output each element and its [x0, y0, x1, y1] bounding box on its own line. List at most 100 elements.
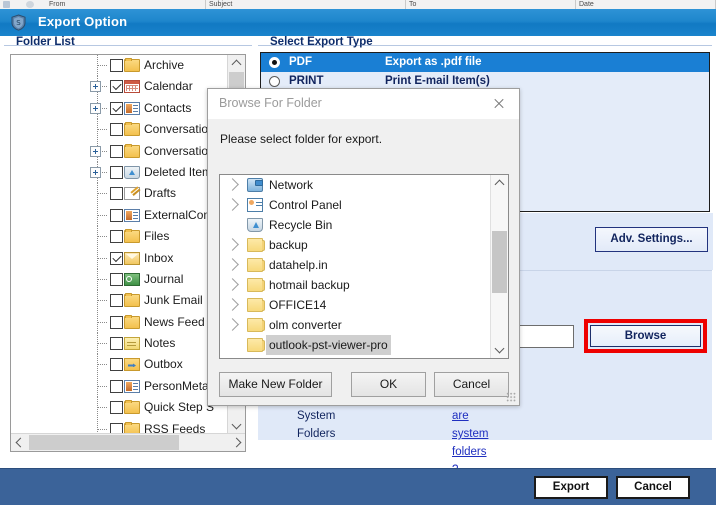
chevron-right-icon[interactable]	[226, 178, 239, 191]
folder-checkbox[interactable]	[110, 337, 123, 351]
tree-elbow-line	[98, 65, 107, 66]
folder-checkbox[interactable]	[110, 379, 123, 393]
browse-button[interactable]: Browse	[590, 325, 701, 347]
folder-checkbox[interactable]	[110, 101, 123, 115]
browse-tree-item[interactable]: Recycle Bin	[220, 215, 508, 235]
browse-tree-vertical-scrollbar[interactable]	[490, 175, 508, 358]
folder-item-label: Outbox	[144, 357, 183, 372]
browse-item-label: OFFICE14	[269, 298, 327, 312]
folder-tree-item[interactable]: Archive	[11, 55, 245, 77]
folder-item-label: Quick Step S	[144, 400, 215, 415]
expand-plus-icon[interactable]	[90, 166, 101, 178]
browse-tree-item[interactable]: olm converter	[220, 315, 508, 335]
folder-checkbox[interactable]	[110, 251, 123, 265]
cancel-button[interactable]: Cancel	[616, 476, 690, 499]
background-column-from: From	[46, 0, 206, 9]
browse-item-label: Recycle Bin	[269, 218, 333, 232]
browse-scroll-down-icon[interactable]	[491, 341, 508, 358]
folder-item-label: Notes	[144, 336, 176, 351]
folder-checkbox[interactable]	[110, 358, 123, 372]
browse-tree-item[interactable]: OFFICE14	[220, 295, 508, 315]
browse-ok-button[interactable]: OK	[351, 372, 426, 397]
browse-tree-item[interactable]: datahelp.in	[220, 255, 508, 275]
scroll-up-icon[interactable]	[228, 55, 245, 72]
folder-item-label: Conversatio	[144, 122, 209, 137]
browse-tree-item[interactable]: outlook-pst-viewer-pro	[220, 335, 508, 355]
envelope-icon	[124, 251, 140, 265]
browse-tree-item[interactable]: backup	[220, 235, 508, 255]
folder-icon	[124, 314, 140, 329]
export-button[interactable]: Export	[534, 476, 608, 499]
folder-icon	[124, 400, 140, 415]
scroll-right-icon[interactable]	[228, 434, 245, 451]
tree-elbow-line	[98, 193, 107, 195]
scroll-left-icon[interactable]	[11, 434, 28, 451]
browse-tree-item[interactable]: Control Panel	[220, 195, 508, 215]
contact-card-icon	[124, 379, 140, 393]
folder-icon	[247, 278, 265, 292]
folder-checkbox[interactable]	[110, 144, 123, 158]
tree-elbow-line	[98, 129, 107, 131]
folder-icon	[247, 238, 265, 252]
make-new-folder-button[interactable]: Make New Folder	[219, 372, 332, 397]
adv-settings-button[interactable]: Adv. Settings...	[595, 227, 708, 252]
folder-checkbox[interactable]	[110, 187, 123, 201]
export-type-option[interactable]: PDF Export as .pdf file	[261, 53, 709, 72]
folder-checkbox[interactable]	[110, 272, 123, 286]
folder-checkbox[interactable]	[110, 401, 123, 415]
radio-button-icon[interactable]	[269, 57, 280, 68]
folder-item-label: ExternalCon	[144, 207, 211, 222]
trash-icon	[124, 165, 140, 179]
browse-folder-tree[interactable]: Network Control Panel Recycle Bin backup dat…	[219, 174, 509, 359]
folder-checkbox[interactable]	[110, 59, 123, 72]
browse-dialog-prompt: Please select folder for export.	[220, 132, 383, 146]
folder-item-label: Archive	[144, 58, 185, 72]
browse-item-label: datahelp.in	[269, 258, 328, 272]
close-icon[interactable]	[479, 89, 519, 118]
folder-item-label: PersonMeta	[144, 378, 209, 393]
expand-plus-icon[interactable]	[90, 145, 101, 157]
browse-item-label: Control Panel	[269, 198, 342, 212]
tree-elbow-line	[98, 300, 107, 302]
folder-checkbox[interactable]	[110, 208, 123, 222]
folder-checkbox[interactable]	[110, 165, 123, 179]
browse-tree-item[interactable]: hotmail backup	[220, 275, 508, 295]
radio-button-icon[interactable]	[269, 76, 280, 87]
scroll-down-icon[interactable]	[228, 417, 245, 434]
resize-grip-icon[interactable]	[506, 392, 516, 402]
folder-icon	[247, 258, 265, 272]
chevron-right-icon[interactable]	[226, 298, 239, 311]
folder-checkbox[interactable]	[110, 315, 123, 329]
expand-plus-icon[interactable]	[90, 102, 101, 114]
browse-item-label: outlook-pst-viewer-pro	[266, 335, 391, 355]
chevron-right-icon[interactable]	[226, 318, 239, 331]
app-shield-icon: S	[10, 14, 27, 31]
browse-for-folder-dialog: Browse For Folder Please select folder f…	[207, 88, 520, 406]
horizontal-scroll-thumb[interactable]	[29, 435, 179, 450]
browse-cancel-button[interactable]: Cancel	[434, 372, 509, 397]
browse-tree-item[interactable]: Network	[220, 175, 508, 195]
folder-checkbox[interactable]	[110, 123, 123, 137]
folder-checkbox[interactable]	[110, 230, 123, 244]
recycle-bin-icon	[247, 218, 263, 232]
dialog-footer: Export Cancel	[0, 468, 716, 505]
folder-list-title: Folder List	[16, 36, 75, 48]
folder-list-horizontal-scrollbar[interactable]	[11, 433, 245, 451]
browse-scroll-up-icon[interactable]	[491, 175, 508, 192]
chevron-right-icon[interactable]	[226, 258, 239, 271]
contact-card-icon	[124, 101, 140, 115]
folder-item-label: Files	[144, 229, 170, 244]
chevron-right-icon[interactable]	[226, 198, 239, 211]
chevron-right-icon[interactable]	[226, 278, 239, 291]
folder-checkbox[interactable]	[110, 294, 123, 308]
folder-checkbox[interactable]	[110, 80, 123, 94]
tree-elbow-line	[98, 278, 107, 280]
folder-item-label: Drafts	[144, 186, 177, 201]
background-column-date: Date	[576, 0, 716, 9]
browse-dialog-title: Browse For Folder	[219, 96, 322, 110]
folder-icon	[124, 122, 140, 137]
browse-scroll-thumb[interactable]	[492, 231, 507, 293]
chevron-right-icon[interactable]	[226, 238, 239, 251]
tree-elbow-line	[98, 385, 107, 387]
expand-plus-icon[interactable]	[90, 81, 101, 93]
